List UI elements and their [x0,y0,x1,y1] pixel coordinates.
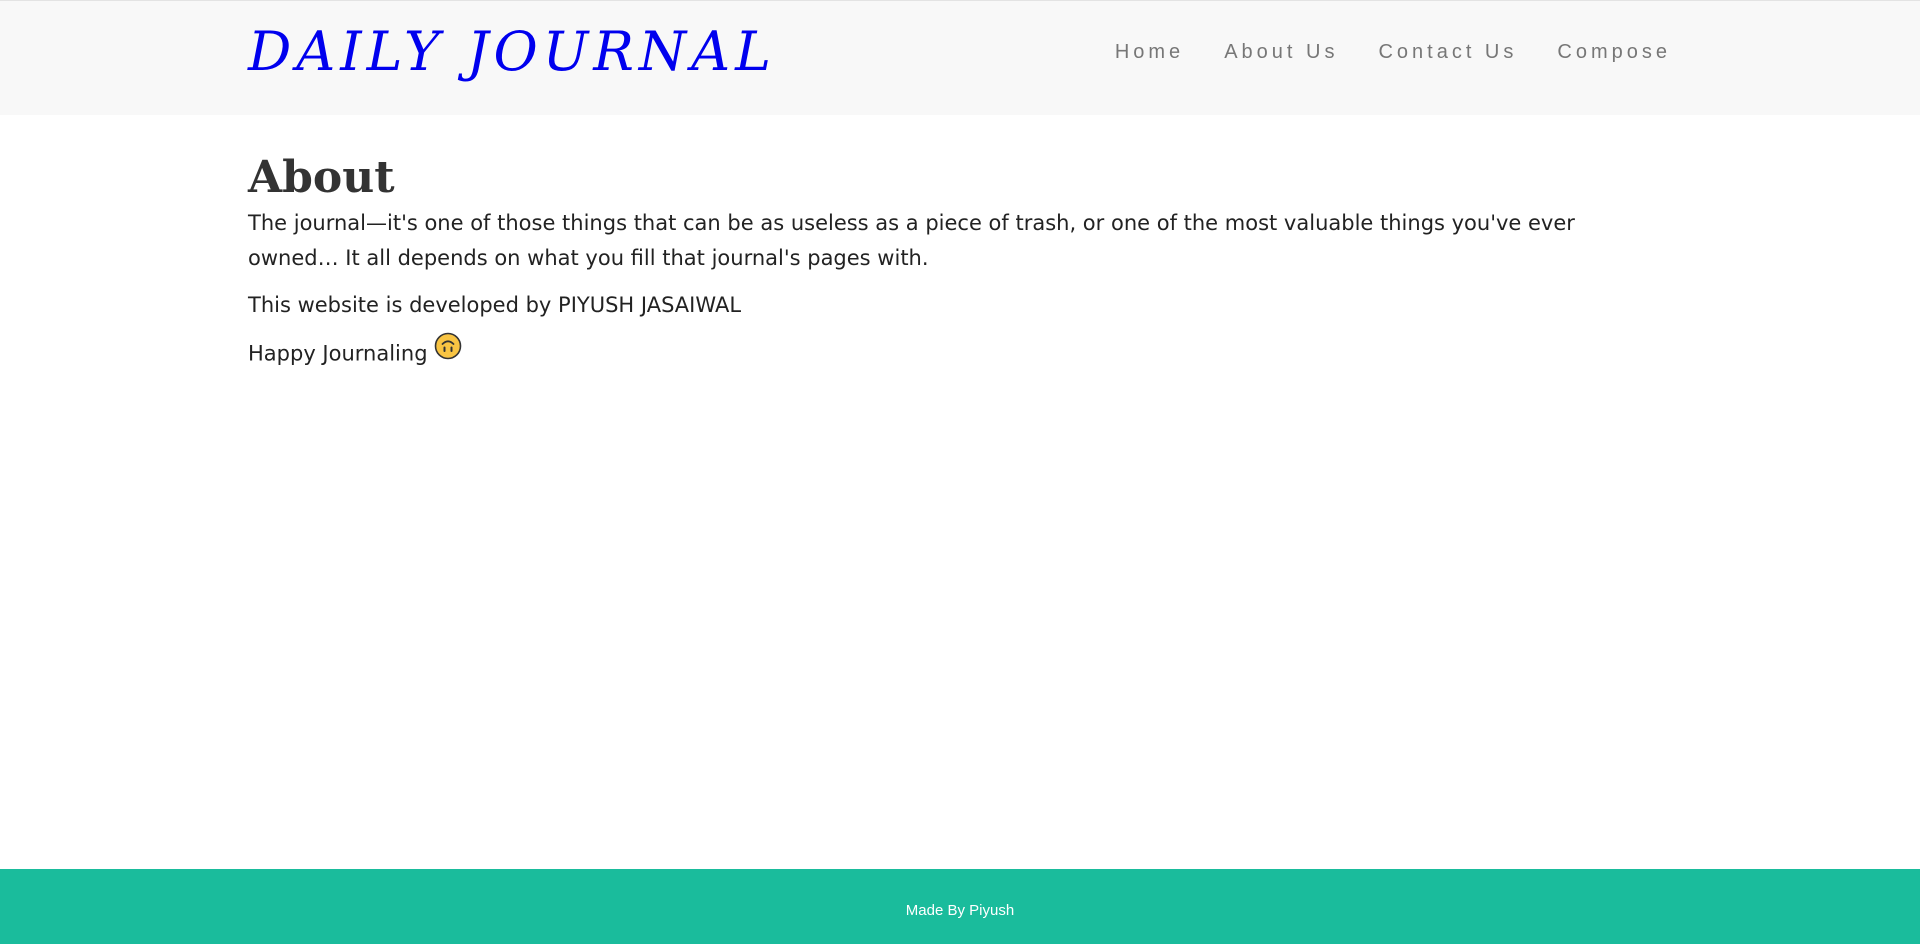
nav-link-compose[interactable]: Compose [1557,41,1671,63]
page-title: About [248,152,395,203]
nav-menu: Home About Us Contact Us Compose [1115,37,1671,67]
main-content: About The journal—it's one of those thin… [248,150,1672,386]
nav-link-about-us[interactable]: About Us [1224,41,1338,63]
developer-credit-paragraph: This website is developed by PIYUSH JASA… [248,293,742,317]
navbar: DAILY JOURNAL Home About Us Contact Us C… [0,0,1920,115]
nav-link-home[interactable]: Home [1115,41,1184,63]
brand-logo-link[interactable]: DAILY JOURNAL [248,19,776,85]
nav-item-about-us: About Us [1224,37,1338,67]
upside-down-face-icon [434,332,462,371]
nav-item-compose: Compose [1557,37,1671,67]
intro-paragraph: The journal—it's one of those things tha… [248,211,1575,270]
closing-text: Happy Journaling [248,341,428,366]
nav-link-contact-us[interactable]: Contact Us [1378,41,1517,63]
nav-item-home: Home [1115,37,1184,67]
footer-credit: Made By Piyush [905,902,1015,919]
nav-item-contact-us: Contact Us [1378,37,1517,67]
closing-paragraph: Happy Journaling [248,332,1672,374]
footer: Made By Piyush [0,869,1920,944]
